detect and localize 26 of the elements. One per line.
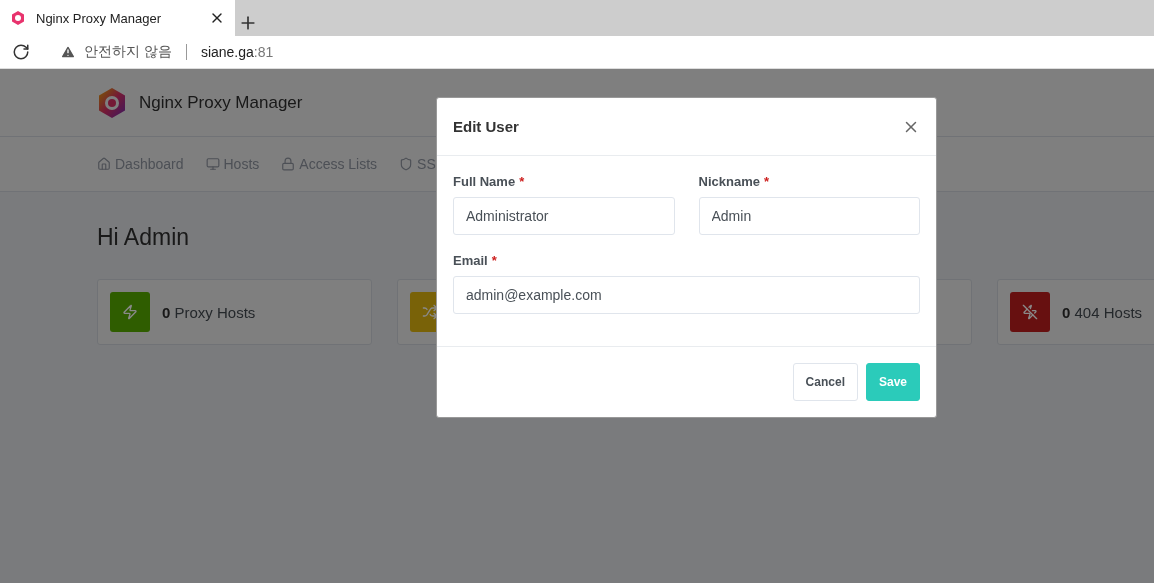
url-port: :81 [253,44,274,60]
field-label: Nickname * [698,174,770,189]
logo-icon [97,86,127,119]
security-label: 안전하지 않음 [84,43,172,61]
stat-text: 0 404 Hosts [1062,303,1143,321]
text-field[interactable]: admin@example.com [453,276,920,314]
monitor-icon [205,157,220,171]
home-icon [97,157,111,171]
address-bar[interactable]: 안전하지 않음 siane.ga:81 [44,38,1142,66]
favicon-icon [10,10,26,26]
shield-icon [399,157,414,171]
page-title: Hi Admin [97,224,191,251]
tab-title: Nginx Proxy Manager [36,10,162,26]
field-label: Full Name * [453,174,526,189]
lock-icon [281,157,296,171]
warning-icon [60,44,76,60]
cancel-button[interactable]: Cancel [792,363,858,401]
text-field[interactable]: Admin [698,197,920,235]
text-field[interactable]: Administrator [453,197,675,235]
stat-text: 0 Proxy Hosts [162,303,256,321]
reload-icon[interactable] [12,43,30,61]
url-host: siane.ga [200,44,254,60]
field-label: Email * [453,253,498,268]
brand-name: Nginx Proxy Manager [139,92,303,113]
dialog-title: Edit User [453,118,519,135]
browser-tab[interactable]: Nginx Proxy Manager [0,0,235,36]
